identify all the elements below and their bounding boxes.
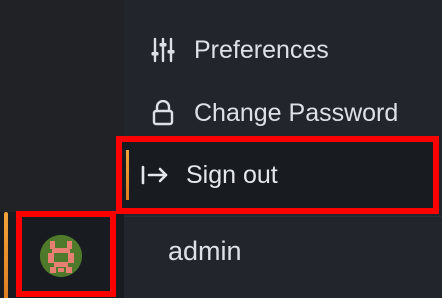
menu-item-label: Sign out [186, 160, 278, 189]
lock-icon [148, 100, 178, 126]
menu-item-label: Preferences [194, 35, 329, 64]
active-indicator [4, 212, 8, 300]
avatar-highlight[interactable] [16, 211, 116, 297]
bottom-edge [0, 298, 442, 305]
avatar-pattern-icon [40, 235, 82, 277]
menu-username-row: admin [124, 218, 442, 288]
sidebar [0, 0, 124, 305]
menu-item-label: Change Password [194, 98, 399, 127]
user-menu-screen: Preferences Change Password Sign out adm… [0, 0, 442, 305]
menu-item-sign-out[interactable]: Sign out [122, 142, 433, 208]
menu-divider [124, 216, 442, 217]
menu-item-change-password[interactable]: Change Password [124, 84, 442, 142]
menu-item-preferences[interactable]: Preferences [124, 21, 442, 79]
sign-out-arrow-icon [140, 163, 170, 187]
sign-out-highlight: Sign out [116, 136, 439, 214]
sidebar-top-section [0, 0, 124, 212]
username-label: admin [168, 236, 242, 266]
sliders-icon [148, 37, 178, 63]
user-dropdown-menu: Preferences Change Password Sign out adm… [116, 0, 442, 305]
user-avatar[interactable] [40, 235, 82, 277]
